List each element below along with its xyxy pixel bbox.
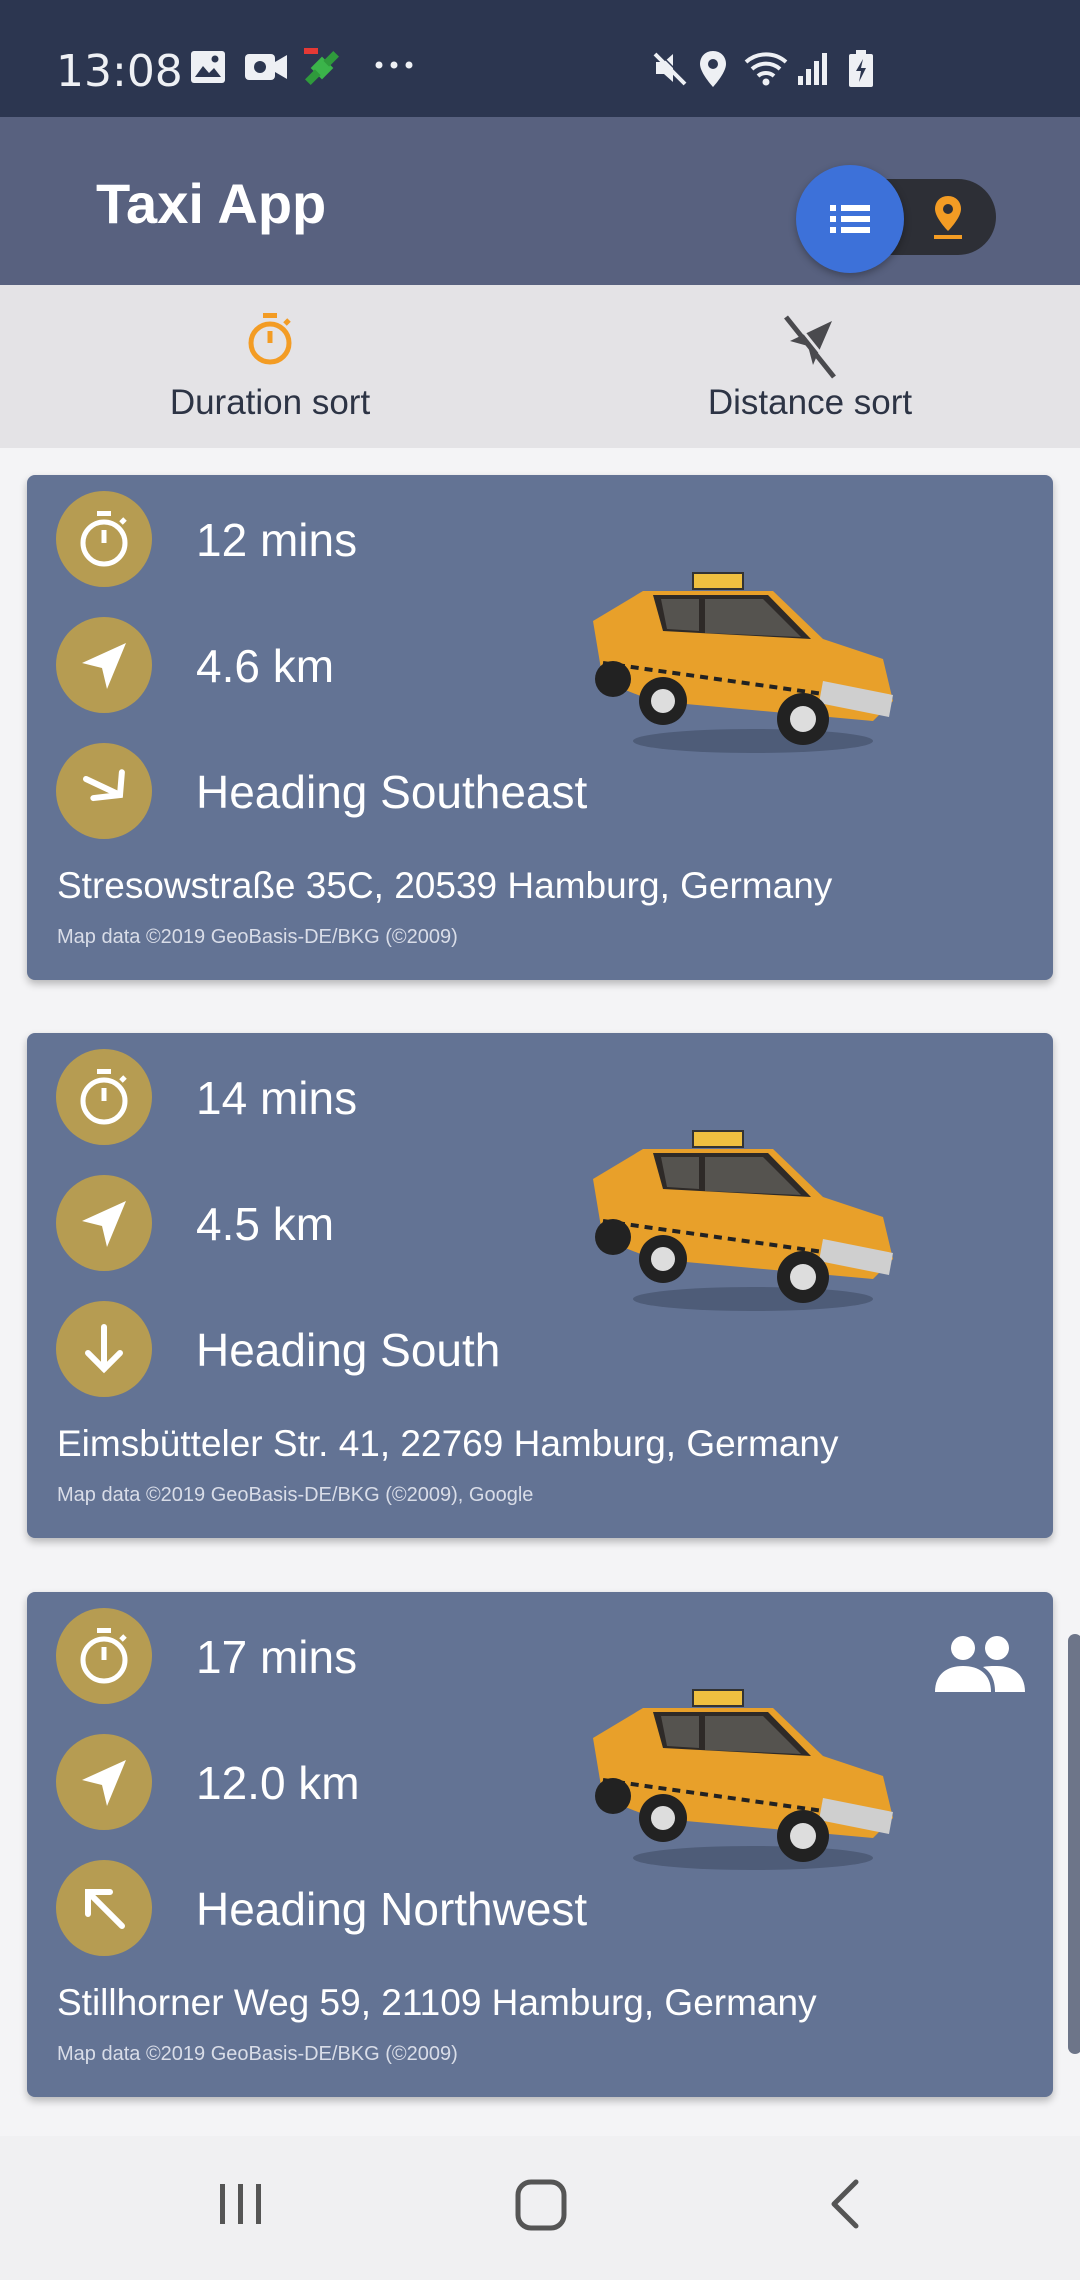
navigation-arrow-icon: [56, 617, 152, 713]
heading-value: Heading Northwest: [196, 1883, 588, 1935]
navigation-arrow-icon: [56, 1175, 152, 1271]
list-icon: [830, 205, 870, 233]
taxi-list[interactable]: 12 mins 4.6 km Heading Southeast Stresow…: [0, 448, 1080, 2136]
scrollbar-thumb[interactable]: [1068, 1634, 1080, 2054]
status-bar: 13:08: [0, 0, 1080, 117]
status-time: 13:08: [56, 46, 183, 97]
arrow-northwest-icon: [56, 1860, 152, 1956]
arrow-south-icon: [56, 1301, 152, 1397]
timer-icon: [245, 311, 295, 372]
people-icon: [933, 1634, 1027, 1699]
navigation-off-icon: [780, 311, 840, 386]
app-bar: Taxi App: [0, 117, 1080, 285]
map-credit: Map data ©2019 GeoBasis-DE/BKG (©2009), …: [57, 1484, 534, 1506]
navigation-arrow-icon: [56, 1734, 152, 1830]
map-credit: Map data ©2019 GeoBasis-DE/BKG (©2009): [57, 926, 458, 948]
taxi-card[interactable]: 12 mins 4.6 km Heading Southeast Stresow…: [27, 475, 1053, 980]
home-icon[interactable]: [514, 2174, 570, 2239]
taxi-image: [583, 1668, 903, 1893]
more-dots-icon: [374, 60, 414, 70]
taxi-card[interactable]: 14 mins 4.5 km Heading South Eimsbüttele…: [27, 1033, 1053, 1538]
sort-bar: Duration sort Distance sort: [0, 285, 1080, 448]
toggle-knob-list[interactable]: [796, 165, 904, 273]
arrow-southeast-icon: [56, 743, 152, 839]
recents-icon[interactable]: [216, 2174, 266, 2239]
location-icon: [698, 50, 728, 88]
gallery-icon: [190, 50, 226, 84]
distance-value: 12.0 km: [196, 1757, 360, 1809]
page-title: Taxi App: [96, 172, 327, 235]
map-pin-icon[interactable]: [932, 195, 964, 246]
duration-value: 12 mins: [196, 514, 358, 566]
signal-icon: [796, 50, 832, 86]
system-nav-bar: [0, 2136, 1080, 2280]
view-toggle[interactable]: [796, 159, 996, 273]
distance-value: 4.5 km: [196, 1198, 335, 1250]
distance-sort-button[interactable]: Distance sort: [540, 285, 1080, 448]
duration-sort-button[interactable]: Duration sort: [0, 285, 540, 448]
heading-value: Heading South: [196, 1324, 501, 1376]
distance-sort-label: Distance sort: [707, 383, 913, 422]
taxi-image: [583, 1109, 903, 1334]
satellite-icon: [300, 46, 344, 90]
battery-icon: [848, 50, 874, 88]
duration-value: 14 mins: [196, 1072, 358, 1124]
stopwatch-icon: [56, 491, 152, 587]
duration-value: 17 mins: [196, 1631, 358, 1683]
taxi-image: [583, 551, 903, 776]
address: Stresowstraße 35C, 20539 Hamburg, German…: [57, 865, 833, 906]
wifi-icon: [744, 50, 788, 86]
duration-sort-label: Duration sort: [169, 383, 371, 422]
stopwatch-icon: [56, 1608, 152, 1704]
mute-icon: [652, 50, 688, 86]
address: Eimsbütteler Str. 41, 22769 Hamburg, Ger…: [57, 1423, 839, 1464]
stopwatch-icon: [56, 1049, 152, 1145]
back-icon[interactable]: [826, 2174, 866, 2239]
map-credit: Map data ©2019 GeoBasis-DE/BKG (©2009): [57, 2043, 458, 2065]
taxi-card[interactable]: 17 mins 12.0 km Heading Northwest Stillh…: [27, 1592, 1053, 2097]
address: Stillhorner Weg 59, 21109 Hamburg, Germa…: [57, 1982, 817, 2023]
distance-value: 4.6 km: [196, 640, 335, 692]
heading-value: Heading Southeast: [196, 766, 588, 818]
video-camera-icon: [244, 50, 288, 84]
